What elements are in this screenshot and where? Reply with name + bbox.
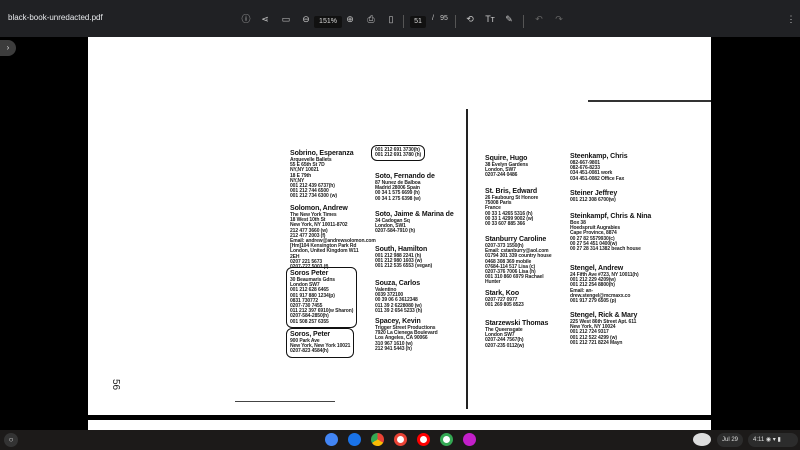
entry-line: 0207-235 0112(w) — [485, 342, 524, 349]
address-entry: Starzewski Thomas The Queensgate London SW… — [485, 320, 548, 349]
entry-line: 0207-244 0486 — [485, 172, 518, 179]
entry-line: 212 941 5443 (h) — [375, 345, 412, 352]
tray-thumbnail[interactable] — [693, 433, 711, 446]
address-entry: Solomon, Andrew The New York Times 18 West… — [290, 205, 376, 270]
zoom-level-input[interactable]: 151% — [314, 16, 342, 28]
page-total: 95 — [440, 15, 448, 22]
address-entry: Stanburry Caroline 0207-373 1550(h) Email:… — [485, 236, 552, 286]
divider — [455, 15, 456, 28]
document-title: black-book-unredacted.pdf — [8, 13, 103, 22]
entry-line: 011 39 2 654 5233 (h) — [375, 307, 423, 314]
text-size-icon[interactable]: Tт — [484, 14, 496, 24]
files-app-icon[interactable] — [348, 433, 361, 446]
address-entry: Stark, Koo 0207-727 0977 001 269 805 8523 — [485, 290, 524, 308]
entry-line: 0207-584-7910 (h) — [375, 228, 415, 235]
launcher-button[interactable]: ○ — [4, 433, 18, 447]
entry-line: 001 212 535 6553 (vegan) — [375, 263, 433, 270]
zoom-in-icon[interactable]: ⊕ — [344, 14, 356, 24]
entry-line: 001 917 279 6505 (p) — [570, 298, 617, 305]
scan-line — [588, 100, 711, 102]
page-fold-line — [466, 109, 468, 409]
fit-page-icon[interactable]: ▭ — [280, 14, 292, 24]
entry-line: 00 33 607 885 366 — [485, 221, 526, 228]
address-entry: Spacey, Kevin Trigger Street Productions 7… — [375, 318, 438, 352]
youtube-app-icon[interactable] — [417, 433, 430, 446]
address-entry: Steiner Jeffrey 001 212 308 6700(w) — [570, 190, 617, 203]
entry-line: 001 212 721 8224 Mayn — [570, 339, 623, 346]
divider — [403, 15, 404, 28]
entry-line: 001 212 308 6700(w) — [570, 197, 616, 203]
more-menu-icon[interactable]: ⋮ — [785, 14, 797, 24]
page-number-input[interactable]: 51 — [410, 16, 426, 28]
play-store-app-icon[interactable] — [440, 433, 453, 446]
pdf-toolbar: black-book-unredacted.pdf ⓘ ⋖ ▭ ⊖ 151% ⊕… — [0, 0, 800, 37]
address-entry: Steenkamp, Chris 082-667-9801 082-676-8233… — [570, 153, 628, 182]
pdf-page: 56 Sobrino, Esperanza Arquevelle Ballets 5… — [88, 37, 711, 415]
address-entry: Sobrino, Esperanza Arquevelle Ballets 55 E… — [290, 150, 354, 200]
address-entry: Soto, Fernando de 87 Nunez de Balboa Madri… — [375, 173, 435, 202]
chrome-app-icon[interactable] — [371, 433, 384, 446]
scan-line — [235, 401, 335, 402]
entry-line: 001 212 734 6300 (w) — [290, 193, 337, 200]
address-entry: Soto, Jaime & Marina de 34 Cadogan Sq Lond… — [375, 211, 454, 235]
info-icon[interactable]: ⓘ — [240, 14, 252, 24]
date[interactable]: Jul 29 — [717, 433, 744, 447]
docs-app-icon[interactable] — [325, 433, 338, 446]
divider — [523, 15, 524, 28]
address-entry: Squire, Hugo 38 Evelyn Gardens London, SW7… — [485, 155, 528, 179]
entry-line: Hunter — [485, 279, 501, 286]
status-icons: ◉ ▾ ▮ — [765, 437, 781, 443]
address-entry: Soros, Peter 900 Park Ave New York, New Yo… — [286, 328, 355, 358]
entry-line: 001 508 257 6355 — [290, 318, 329, 325]
entry-line: 001 269 805 8523 — [485, 302, 524, 309]
status-tray[interactable]: 4:11 ◉ ▾ ▮ — [748, 433, 798, 447]
sidebar-toggle-button[interactable]: › — [0, 40, 16, 56]
pdf-app-icon[interactable] — [463, 433, 476, 446]
taskbar: ○ Jul 29 4:11 ◉ ▾ ▮ — [0, 430, 800, 450]
address-entry: South, Hamilton 001 212 988 2241 (h) 001 2… — [375, 246, 432, 270]
time: 4:11 — [753, 437, 765, 443]
address-entry: Stengel, Andrew 24 Fifth Ave #723, NY 100… — [570, 265, 639, 304]
address-entry: Steinkampf, Chris & Nina Box 38 Hoedspruit… — [570, 213, 651, 252]
share-icon[interactable]: ⋖ — [259, 14, 271, 24]
annotate-icon[interactable]: ✎ — [503, 14, 515, 24]
address-entry: Souza, Carlos Valentino 0039 372100 00 39 0… — [375, 280, 422, 314]
entry-line: 00 27 28 314 1382 beach house — [570, 246, 641, 253]
entry-line: 00 34 1 275 6398 (w) — [375, 195, 421, 202]
zoom-out-icon[interactable]: ⊖ — [300, 14, 312, 24]
address-entry: 001 212 691 3730(h) 001 212 691 3780 (h) — [371, 145, 426, 162]
address-entry: Stengel, Rick & Mary 225 West 86th Street… — [570, 312, 637, 346]
print-icon[interactable]: ⎙ — [365, 14, 377, 24]
gmail-app-icon[interactable] — [394, 433, 407, 446]
undo-icon[interactable]: ↶ — [533, 14, 545, 24]
save-icon[interactable]: ▯ — [385, 14, 397, 24]
entry-line: 001 212 691 3780 (h) — [375, 152, 422, 159]
rotate-icon[interactable]: ⟲ — [464, 14, 476, 24]
redo-icon[interactable]: ↷ — [553, 14, 565, 24]
entry-line: 0207-823 4584(h) — [290, 348, 329, 355]
address-entry: Soros Peter 30 Beaumaris Gdns London SW7 00… — [286, 267, 358, 328]
address-entry: St. Bris, Edward 26 Faubourg St Honore 750… — [485, 188, 538, 227]
entry-line: 034 451-0082 Office Fax — [570, 175, 625, 182]
page-number: 56 — [110, 378, 122, 391]
